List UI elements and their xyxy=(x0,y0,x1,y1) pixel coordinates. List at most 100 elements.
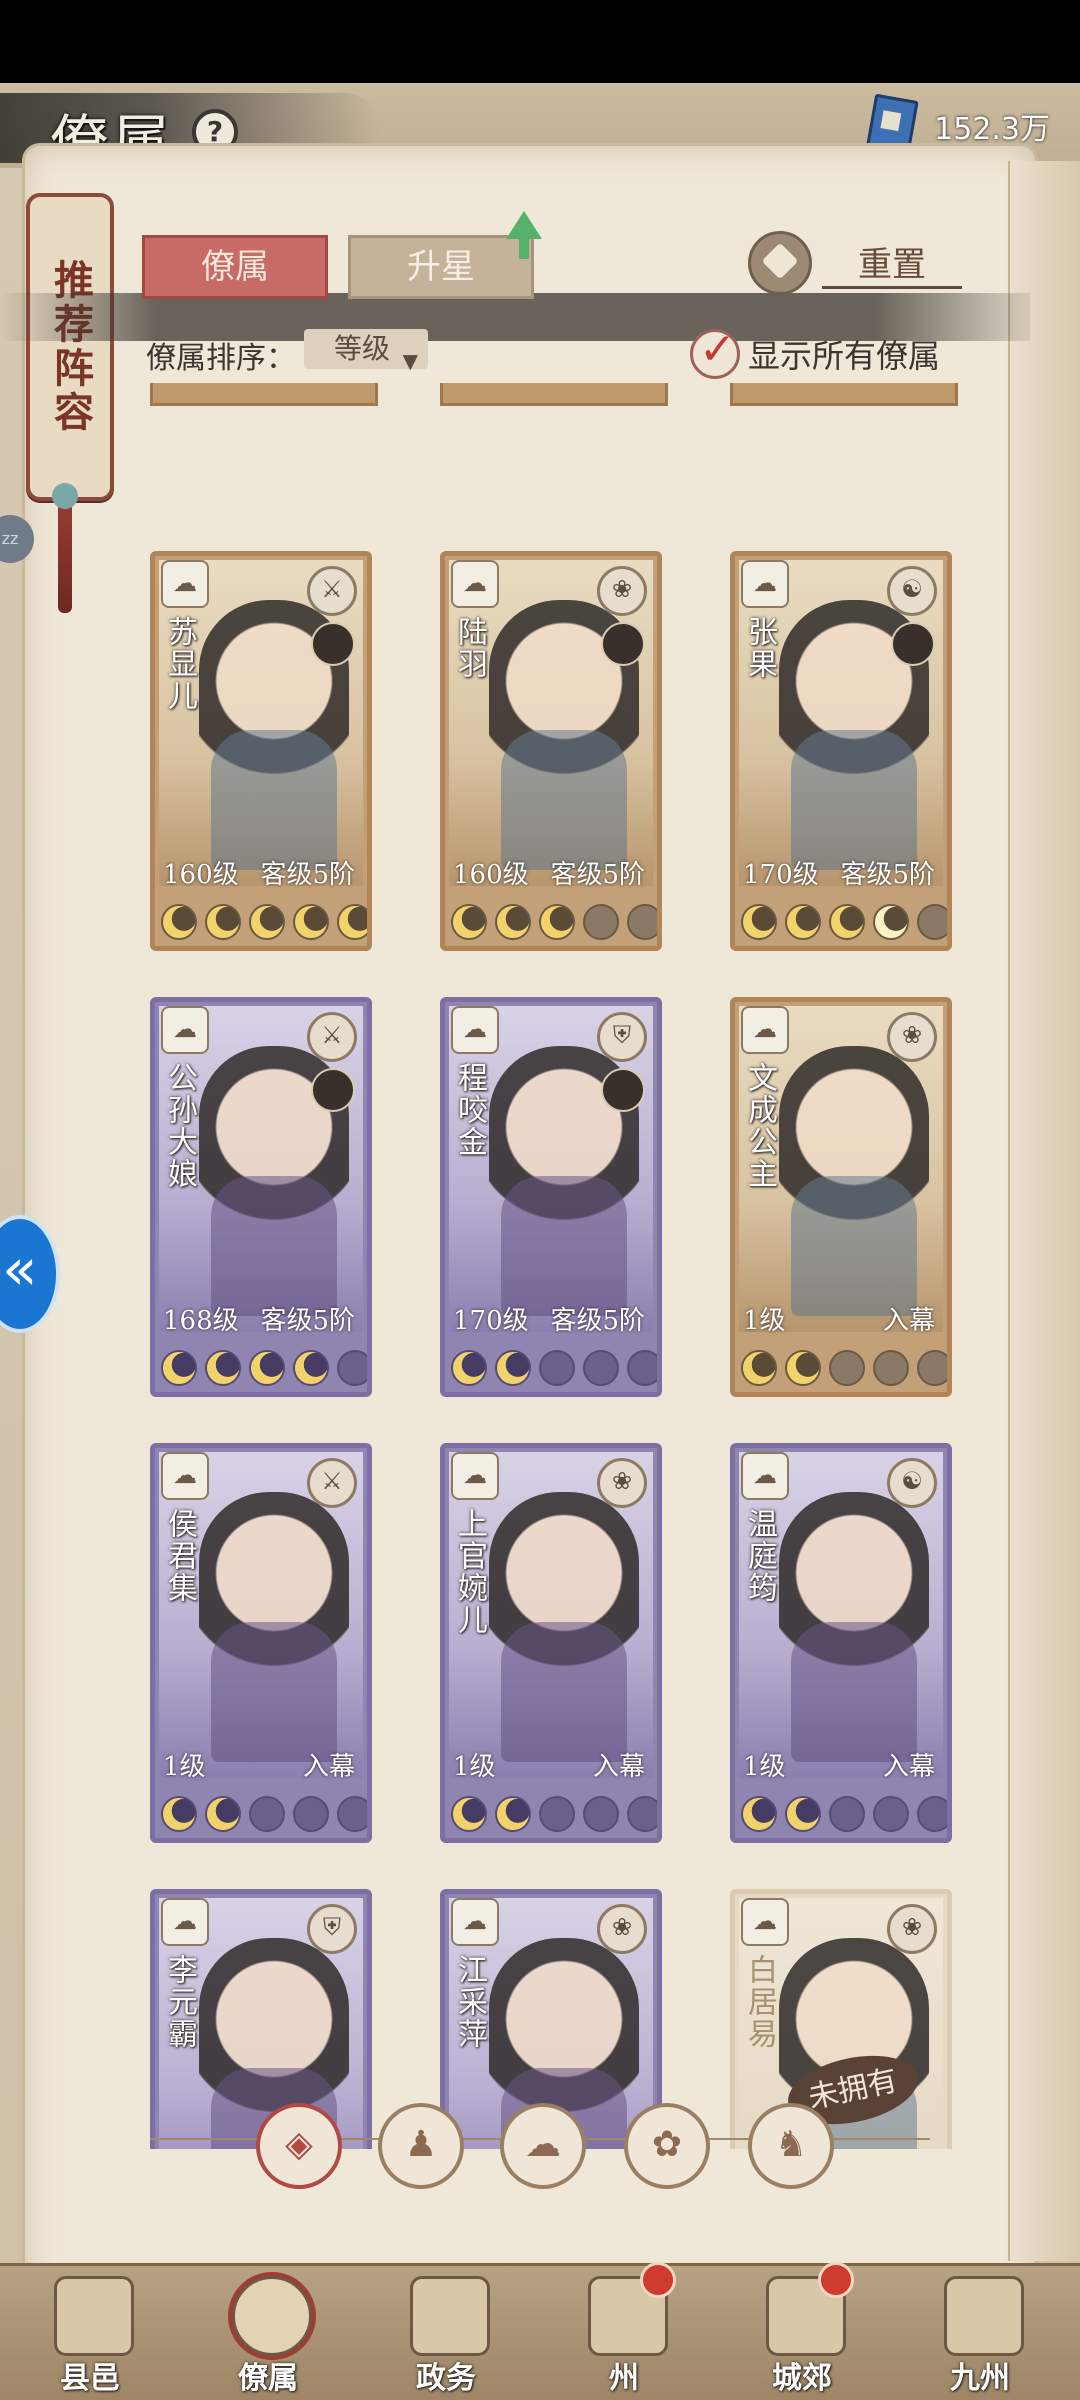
retainer-card[interactable]: ☁ ❀ 陆羽 160级 客级5阶 xyxy=(440,551,662,951)
companion-avatar xyxy=(311,622,355,666)
tab-star-up[interactable]: 升星 xyxy=(348,235,534,299)
faction-icon: ☁ xyxy=(161,1452,209,1500)
faction-icon: ☁ xyxy=(161,1898,209,1946)
empty-star-icon xyxy=(917,904,947,940)
retainer-card[interactable]: ☁ ☯ 张果 170级 客级5阶 xyxy=(730,551,952,951)
retainer-level: 160级 xyxy=(453,860,529,890)
nav-item-3[interactable]: 州 xyxy=(544,2262,704,2400)
retainer-level: 168级 xyxy=(163,1306,239,1336)
companion-avatar xyxy=(891,622,935,666)
status-bar xyxy=(0,0,1080,83)
faction-beast-icon[interactable]: ♞ xyxy=(748,2103,834,2189)
lotus-icon: ❀ xyxy=(597,1904,647,1954)
retainer-stage: 入幕 xyxy=(882,1306,935,1336)
reset-control[interactable]: 重置 xyxy=(748,231,962,295)
faction-fan-icon[interactable]: ✿ xyxy=(624,2103,710,2189)
sort-dropdown[interactable]: 等级 ▼ xyxy=(304,329,428,373)
retainer-name: 陆羽 xyxy=(452,616,487,680)
nav-item-1[interactable]: 僚属 xyxy=(188,2266,348,2400)
retainer-level: 1级 xyxy=(163,1752,206,1782)
retainer-name: 张果 xyxy=(742,616,777,680)
lotus-icon: ❀ xyxy=(887,1012,937,1062)
retainer-card[interactable]: ☁ ❀ 白居易 未拥有 xyxy=(730,1889,952,2149)
empty-star-icon xyxy=(583,904,619,940)
moon-star-icon xyxy=(293,1350,329,1386)
checkbox-checked-icon[interactable] xyxy=(690,324,740,379)
nav-label: 僚属 xyxy=(238,2361,298,2396)
character-figure xyxy=(199,1492,349,1762)
retainer-card[interactable]: ☁ ❀ 文成公主 1级 入幕 xyxy=(730,997,952,1397)
faction-icon: ☁ xyxy=(451,1006,499,1054)
empty-star-icon xyxy=(627,1796,657,1832)
moon-star-icon xyxy=(293,904,329,940)
faction-icon: ☁ xyxy=(161,1006,209,1054)
retainer-name: 公孙大娘 xyxy=(162,1062,197,1190)
lotus-icon: ❀ xyxy=(887,1904,937,1954)
faction-helmet-icon[interactable]: ♟ xyxy=(378,2103,464,2189)
retainer-name: 文成公主 xyxy=(742,1062,777,1190)
retainer-name: 江采萍 xyxy=(452,1954,487,2050)
retainer-level: 1级 xyxy=(743,1306,786,1336)
retainer-name: 温庭筠 xyxy=(742,1508,777,1604)
retainer-stage: 入幕 xyxy=(302,1752,355,1782)
retainer-name: 李元霸 xyxy=(162,1954,197,2050)
retainer-level: 1级 xyxy=(743,1752,786,1782)
retainer-level: 160级 xyxy=(163,860,239,890)
faction-icon: ☁ xyxy=(451,1452,499,1500)
nav-item-0[interactable]: 县邑 xyxy=(10,2266,170,2400)
retainer-name: 程咬金 xyxy=(452,1062,487,1158)
nav-item-4[interactable]: 城郊 xyxy=(722,2262,882,2400)
moon-star-icon xyxy=(741,1350,777,1386)
moon-star-icon xyxy=(785,1350,821,1386)
character-figure xyxy=(779,1046,929,1316)
nav-item-5[interactable]: 九州 xyxy=(900,2266,1060,2400)
moon-star-icon xyxy=(451,1796,487,1832)
retainer-card[interactable]: ☁ ⚔ 苏显儿 160级 客级5阶 xyxy=(150,551,372,951)
character-figure xyxy=(489,1492,639,1762)
companion-avatar xyxy=(601,622,645,666)
app-screen: 僚属 ? 152.3万 推荐阵容 zz 僚属 升星 重置 僚属排序： 等级 ▼ … xyxy=(0,83,1080,2400)
reset-icon[interactable] xyxy=(748,231,812,295)
retainer-card[interactable]: ☁ ⛨ 李元霸 xyxy=(150,1889,372,2149)
moon-star-icon xyxy=(161,904,197,940)
reset-button[interactable]: 重置 xyxy=(822,237,962,289)
faction-cloud-icon[interactable]: ☁ xyxy=(500,2103,586,2189)
partial-card-top xyxy=(440,383,668,406)
show-all-toggle[interactable]: 显示所有僚属 xyxy=(690,324,940,379)
retainer-card[interactable]: ☁ ☯ 温庭筠 1级 入幕 xyxy=(730,1443,952,1843)
star-row xyxy=(161,1350,367,1386)
faction-icon: ☁ xyxy=(451,560,499,608)
building-icon xyxy=(944,2276,1024,2356)
moon-star-icon xyxy=(741,904,777,940)
retainer-card[interactable]: ☁ ⛨ 程咬金 170级 客级5阶 xyxy=(440,997,662,1397)
tab-retainers[interactable]: 僚属 xyxy=(142,235,328,299)
partial-card-top xyxy=(730,383,958,406)
retainer-name: 白居易 xyxy=(742,1954,777,2050)
retainer-card[interactable]: ☁ ⚔ 公孙大娘 168级 客级5阶 xyxy=(150,997,372,1397)
empty-star-icon xyxy=(873,1796,909,1832)
empty-star-icon xyxy=(249,1796,285,1832)
star-row xyxy=(741,1796,947,1832)
retainer-card[interactable]: ☁ ⚔ 侯君集 1级 入幕 xyxy=(150,1443,372,1843)
star-row xyxy=(161,904,367,940)
companion-avatar xyxy=(601,1068,645,1112)
retainer-card[interactable]: ☁ ❀ 上官婉儿 1级 入幕 xyxy=(440,1443,662,1843)
empty-star-icon xyxy=(583,1796,619,1832)
nav-item-2[interactable]: 政务 xyxy=(366,2266,526,2400)
all-filter-icon[interactable]: ◈ xyxy=(256,2103,342,2189)
sword-icon: ⚔ xyxy=(307,1458,357,1508)
shield-icon: ⛨ xyxy=(307,1904,357,1954)
retainer-name: 侯君集 xyxy=(162,1508,197,1604)
shield-icon: ⛨ xyxy=(597,1012,647,1062)
building-icon xyxy=(410,2276,490,2356)
retainer-name: 苏显儿 xyxy=(162,616,197,712)
nav-label: 县邑 xyxy=(60,2361,120,2396)
upgrade-arrow-icon xyxy=(506,211,542,259)
faction-icon: ☁ xyxy=(741,1898,789,1946)
moon-star-icon xyxy=(451,904,487,940)
lotus-icon: ❀ xyxy=(597,1458,647,1508)
empty-star-icon xyxy=(917,1796,947,1832)
partial-card-top xyxy=(150,383,378,406)
retainer-level: 170级 xyxy=(743,860,819,890)
moon-star-icon xyxy=(161,1350,197,1386)
